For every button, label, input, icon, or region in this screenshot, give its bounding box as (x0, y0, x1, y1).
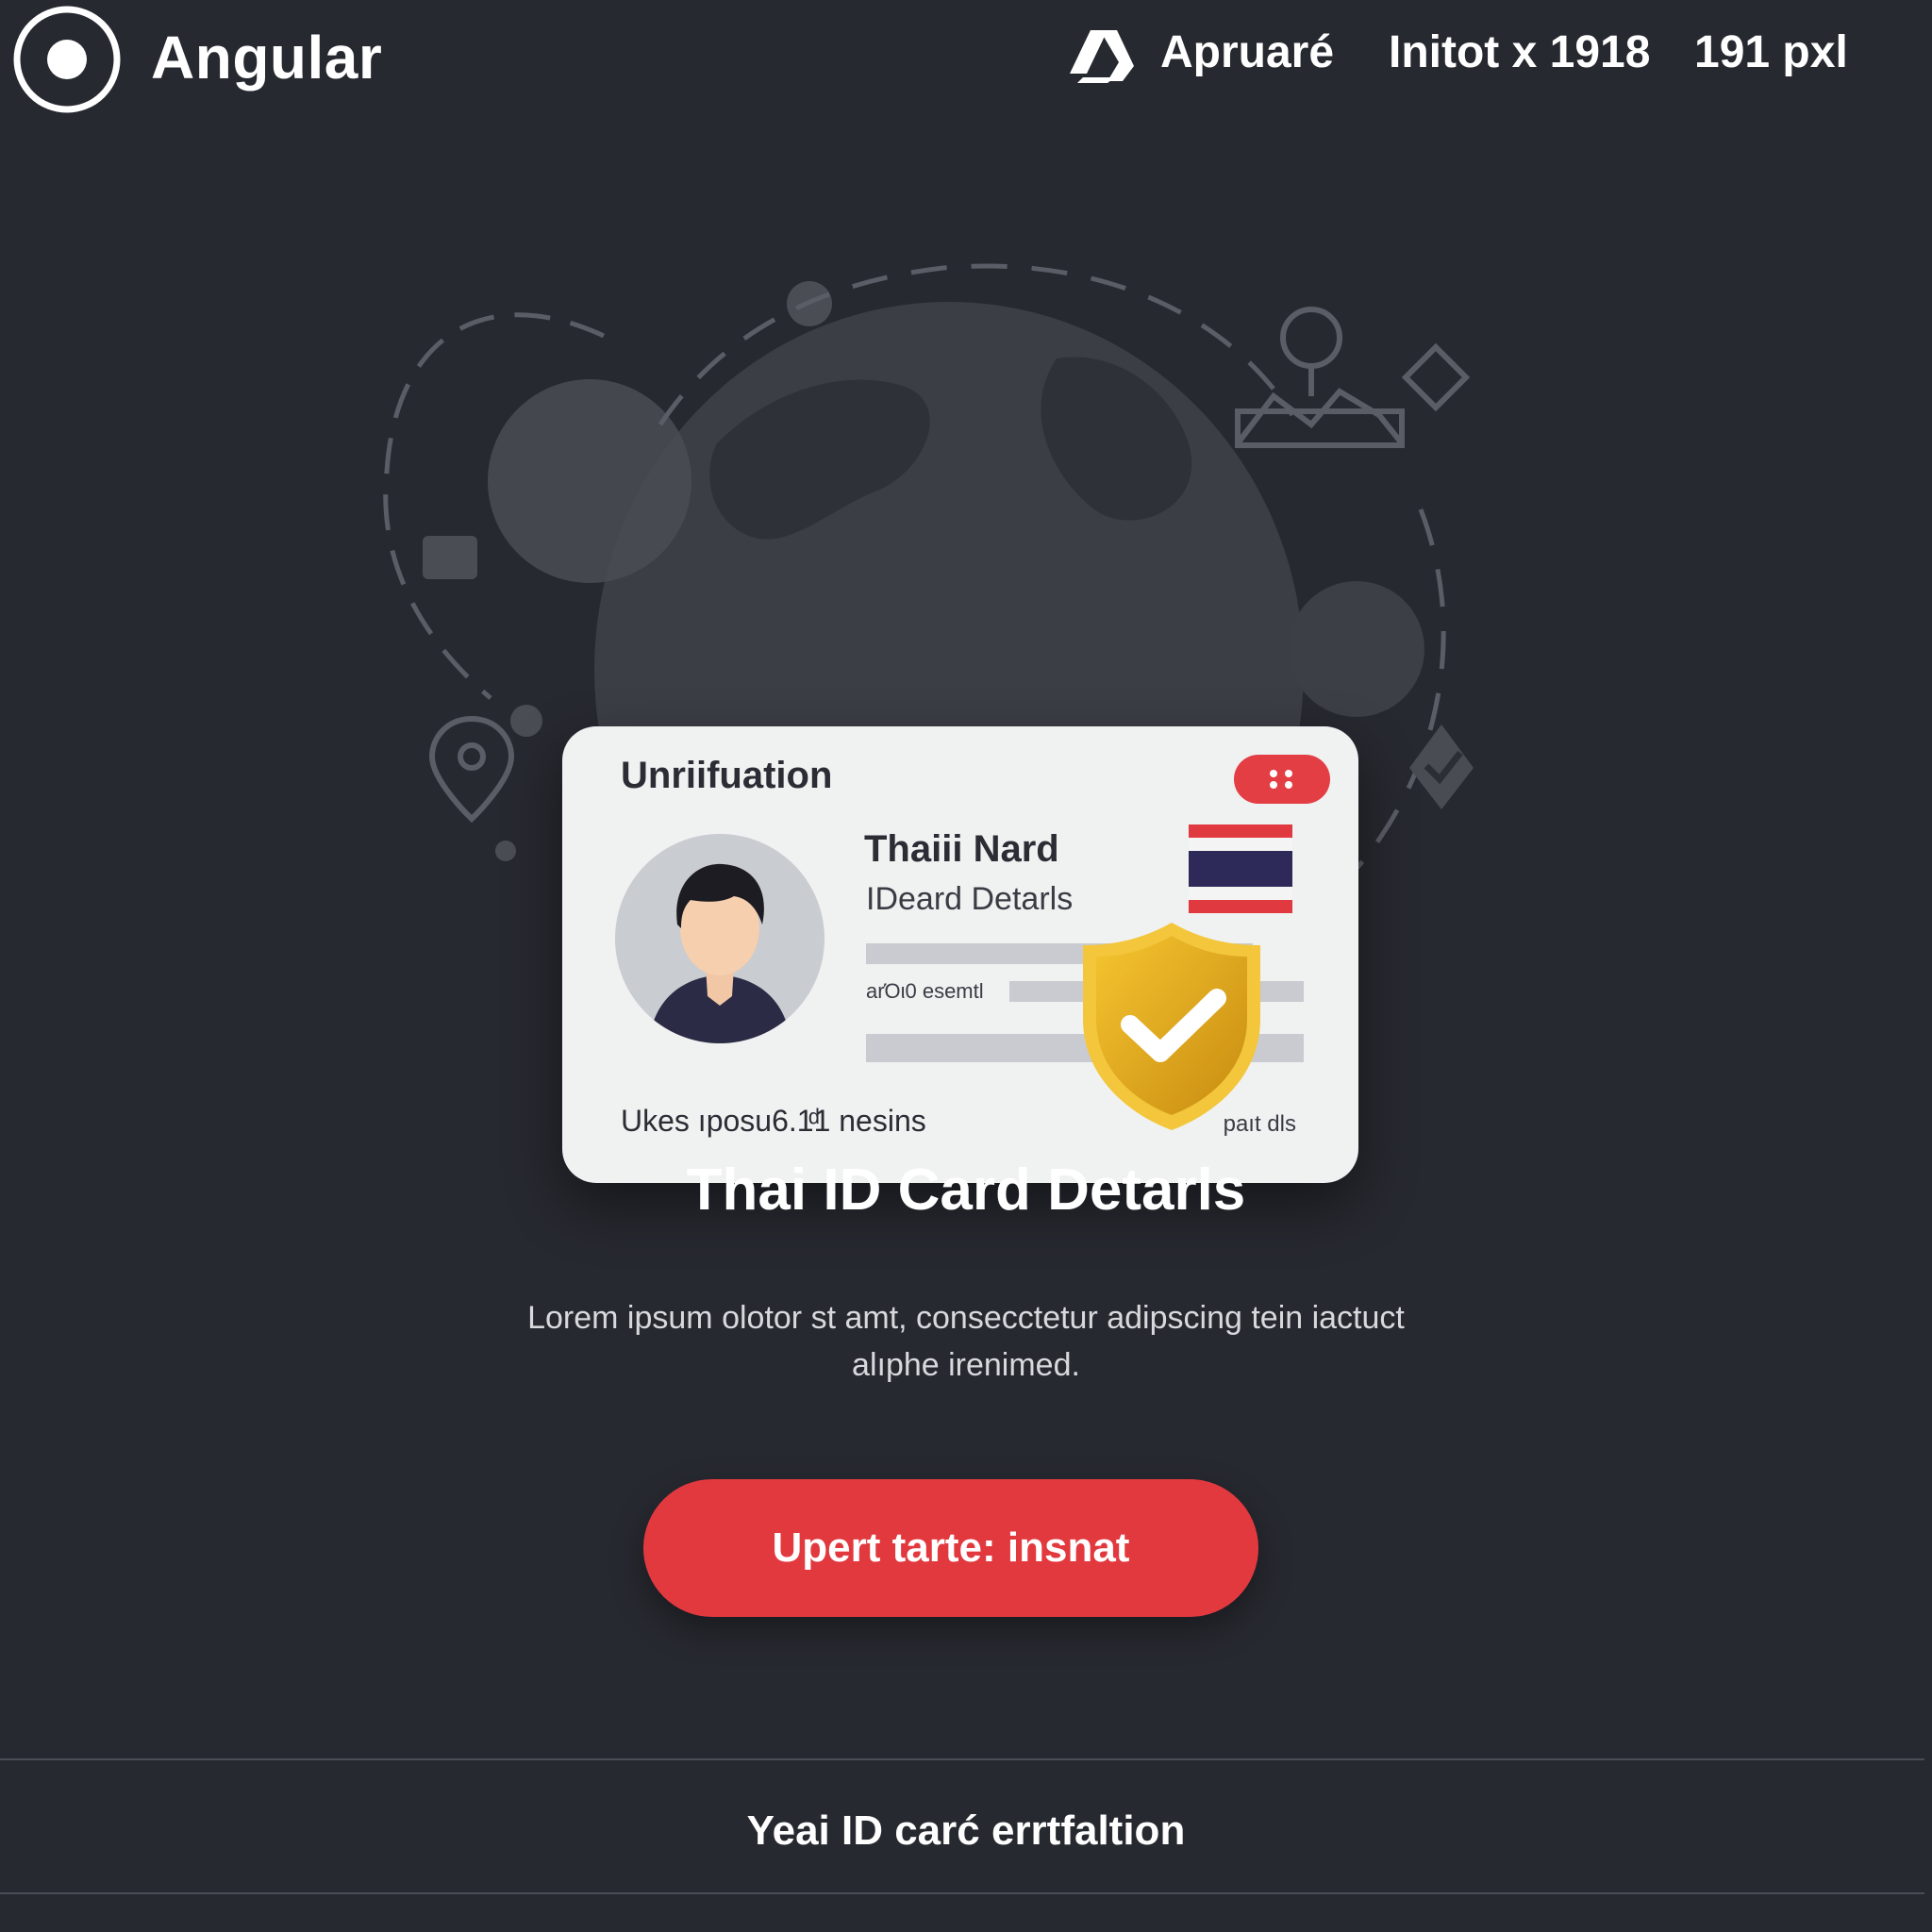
top-bar: Angular Apruaré Initot x 1918 191 pxl (0, 0, 1932, 123)
footer-text[interactable]: Yeai ID carć errtfaltion (0, 1807, 1932, 1855)
card-menu-pill[interactable] (1234, 755, 1330, 804)
thailand-flag-icon (1189, 824, 1292, 913)
avatar (615, 834, 824, 1043)
nav-item-pxl[interactable]: 191 pxl (1694, 26, 1848, 78)
divider (0, 1892, 1924, 1894)
holder-subtitle: IDeard Detarls (866, 881, 1074, 917)
brand-name[interactable]: Angular (151, 23, 382, 92)
primary-action-button[interactable]: Upert tarte: insnat (643, 1479, 1258, 1617)
page-title: Thai ID Card Detarls (686, 1158, 1246, 1223)
verified-shield-icon (1083, 923, 1260, 1130)
radio-circle-icon[interactable] (11, 4, 123, 115)
nav-item-initot[interactable]: Initot x 1918 (1389, 26, 1650, 78)
nav-item-apruare[interactable]: Apruaré (1160, 26, 1334, 78)
field-label: arΌι0 esemtl (866, 979, 984, 1003)
holder-name: Thaiii Nard (864, 828, 1059, 870)
card-title: Unriifuation (621, 755, 833, 796)
a-letter-logo-icon (1070, 30, 1134, 83)
card-footer-text: Ukes ıposu6.1ͩ1 nesins (621, 1104, 926, 1138)
id-card: Unriifuation Thaiii Nard IDeard Detarls … (562, 726, 1358, 1183)
divider (0, 1758, 1924, 1760)
hero-illustration: Unriifuation Thaiii Nard IDeard Detarls … (0, 226, 1932, 1183)
description: Lorem ipsum olotor st amt, consecctetur … (527, 1300, 1405, 1383)
user-avatar-icon (649, 863, 791, 1043)
